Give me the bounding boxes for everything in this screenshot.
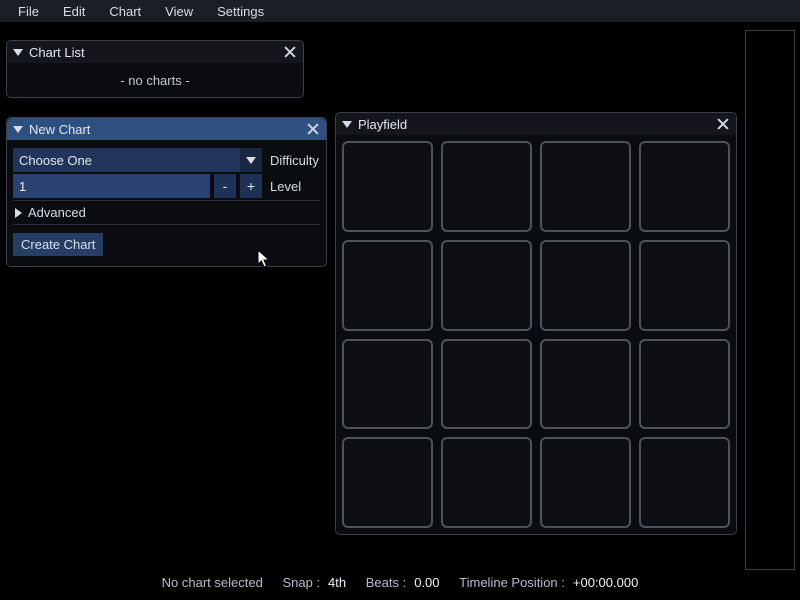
difficulty-select[interactable]: Choose One — [13, 148, 262, 172]
pad[interactable] — [342, 339, 433, 430]
menu-settings[interactable]: Settings — [205, 2, 276, 21]
collapse-icon — [13, 49, 23, 56]
menu-edit[interactable]: Edit — [51, 2, 97, 21]
pad[interactable] — [540, 437, 631, 528]
chart-list-empty: - no charts - — [7, 63, 303, 97]
advanced-section-toggle[interactable]: Advanced — [13, 200, 320, 225]
playfield-grid — [336, 135, 736, 534]
menubar: File Edit Chart View Settings — [0, 0, 800, 22]
level-decrement-button[interactable]: - — [214, 174, 236, 198]
pad[interactable] — [639, 437, 730, 528]
chart-list-panel: Chart List - no charts - — [6, 40, 304, 98]
right-side-panel — [745, 30, 795, 570]
menu-view[interactable]: View — [153, 2, 205, 21]
dropdown-button[interactable] — [240, 148, 262, 172]
new-chart-title: New Chart — [29, 122, 306, 137]
pad[interactable] — [441, 141, 532, 232]
playfield-header[interactable]: Playfield — [336, 113, 736, 135]
menu-chart[interactable]: Chart — [97, 2, 153, 21]
pad[interactable] — [441, 339, 532, 430]
status-timeline-value: +00:00.000 — [573, 575, 638, 590]
level-increment-button[interactable]: + — [240, 174, 262, 198]
playfield-title: Playfield — [358, 117, 716, 132]
status-beats-label: Beats : — [366, 575, 406, 590]
menu-file[interactable]: File — [6, 2, 51, 21]
new-chart-panel: New Chart Choose One Difficulty 1 - + Le… — [6, 117, 327, 267]
new-chart-header[interactable]: New Chart — [7, 118, 326, 140]
pad[interactable] — [342, 240, 433, 331]
collapse-icon — [13, 126, 23, 133]
pad[interactable] — [540, 339, 631, 430]
close-icon[interactable] — [306, 122, 320, 136]
create-chart-button[interactable]: Create Chart — [13, 233, 103, 256]
pad[interactable] — [441, 437, 532, 528]
difficulty-select-value: Choose One — [19, 153, 92, 168]
pad[interactable] — [639, 141, 730, 232]
pad[interactable] — [540, 141, 631, 232]
expand-icon — [15, 208, 22, 218]
pad[interactable] — [639, 240, 730, 331]
level-input-value: 1 — [19, 179, 26, 194]
chart-list-header[interactable]: Chart List — [7, 41, 303, 63]
status-timeline-label: Timeline Position : — [459, 575, 565, 590]
level-label: Level — [266, 179, 320, 194]
pad[interactable] — [639, 339, 730, 430]
status-snap-label: Snap : — [282, 575, 320, 590]
pad[interactable] — [342, 141, 433, 232]
chart-list-title: Chart List — [29, 45, 283, 60]
collapse-icon — [342, 121, 352, 128]
difficulty-label: Difficulty — [266, 153, 320, 168]
pad[interactable] — [441, 240, 532, 331]
pad[interactable] — [540, 240, 631, 331]
status-no-chart: No chart selected — [162, 575, 263, 590]
status-snap-value: 4th — [328, 575, 346, 590]
status-beats-value: 0.00 — [414, 575, 439, 590]
advanced-label: Advanced — [28, 205, 86, 220]
playfield-panel: Playfield — [335, 112, 737, 535]
chevron-down-icon — [246, 157, 256, 164]
pad[interactable] — [342, 437, 433, 528]
close-icon[interactable] — [283, 45, 297, 59]
close-icon[interactable] — [716, 117, 730, 131]
level-input[interactable]: 1 — [13, 174, 210, 198]
status-bar: No chart selected Snap : 4th Beats : 0.0… — [0, 575, 800, 590]
